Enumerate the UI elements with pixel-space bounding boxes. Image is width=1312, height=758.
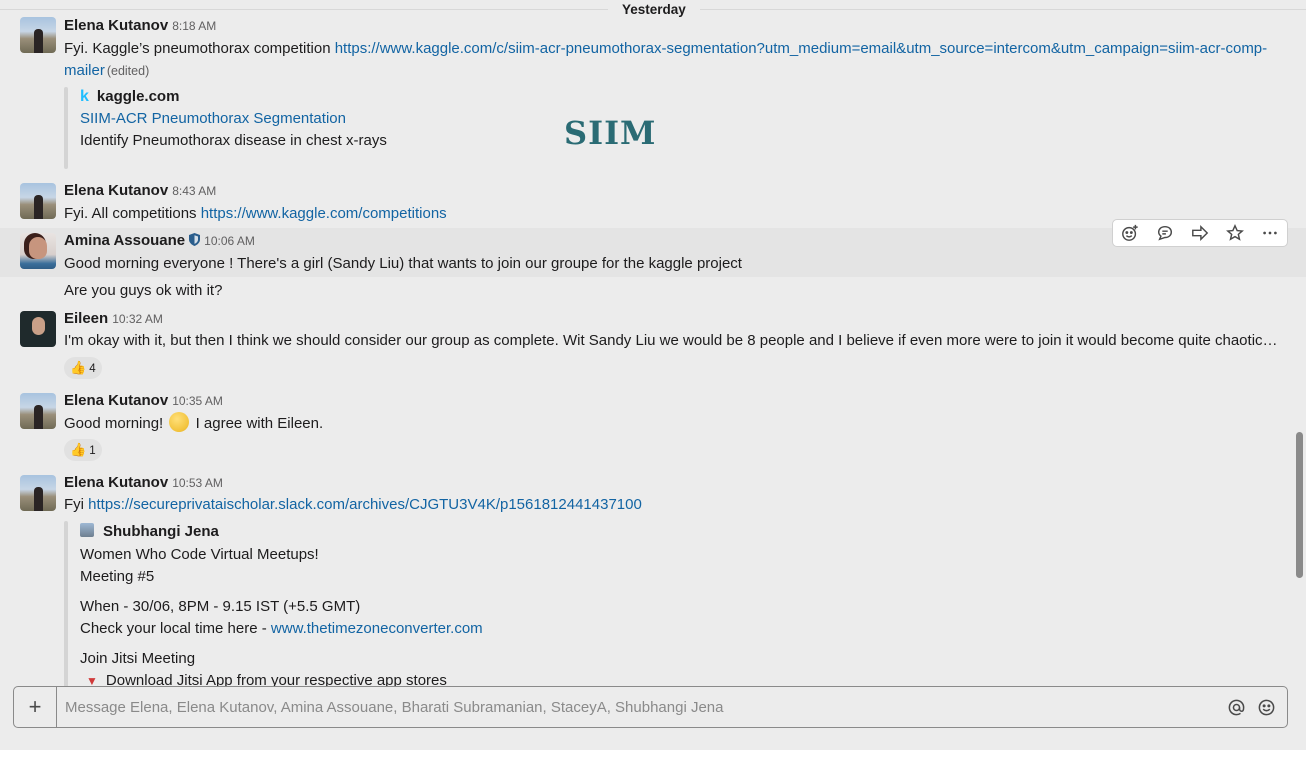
- share-icon[interactable]: [1183, 220, 1218, 246]
- message-text-after: I agree with Eileen.: [195, 415, 324, 432]
- sender-name[interactable]: Elena Kutanov: [64, 17, 168, 34]
- shared-line: Women Who Code Virtual Meetups!: [80, 546, 319, 563]
- kaggle-competition-link[interactable]: https://www.kaggle.com/c/siim-acr-pneumo…: [335, 40, 1267, 57]
- avatar-elena-kutanov[interactable]: [20, 393, 56, 429]
- reply-thread-icon[interactable]: [1148, 220, 1183, 246]
- message-header: Elena Kutanov 10:35 AM: [64, 391, 223, 411]
- message-text: Fyi. All competitions https://www.kaggle…: [64, 203, 447, 225]
- unfurl-bar: [64, 87, 68, 169]
- more-actions-icon[interactable]: [1252, 220, 1287, 246]
- thumbs-up-icon: 👍: [70, 360, 87, 375]
- shared-message-bar: [64, 521, 68, 691]
- message-composer: +: [13, 686, 1288, 728]
- avatar-elena-kutanov[interactable]: [20, 17, 56, 53]
- sender-name[interactable]: Elena Kutanov: [64, 392, 168, 409]
- avatar-elena-kutanov[interactable]: [20, 475, 56, 511]
- message-text-continued: mailer (edited): [64, 60, 149, 82]
- sender-name[interactable]: Elena Kutanov: [64, 182, 168, 199]
- message-text-before: Good morning!: [64, 415, 164, 432]
- message-text-prefix: Fyi. All competitions: [64, 205, 201, 222]
- siim-logo[interactable]: SIIM: [564, 115, 655, 151]
- message-time[interactable]: 10:32 AM: [112, 312, 163, 326]
- message-header: Eileen 10:32 AM: [64, 309, 163, 329]
- unfurl-site-name: kaggle.com: [96, 88, 180, 105]
- shared-line: Meeting #5: [80, 568, 155, 585]
- unfurl-description: Identify Pneumothorax disease in chest x…: [80, 132, 387, 149]
- message-text: Good morning everyone ! There's a girl (…: [64, 255, 742, 272]
- message-header: Elena Kutanov 8:18 AM: [64, 16, 216, 36]
- message-text-prefix: Fyi: [64, 496, 89, 513]
- shared-author: Shubhangi Jena: [80, 521, 219, 543]
- kaggle-icon: k: [80, 88, 89, 105]
- slack-archive-link[interactable]: https://secureprivataischolar.slack.com/…: [88, 496, 642, 513]
- message-pane: Yesterday Elena Kutanov 8:18 AM Fyi. Kagg…: [0, 0, 1306, 750]
- message-header: Elena Kutanov 8:43 AM: [64, 181, 216, 201]
- kaggle-competition-link-cont[interactable]: mailer: [64, 62, 105, 79]
- sender-name[interactable]: Elena Kutanov: [64, 474, 168, 491]
- plus-icon[interactable]: +: [14, 687, 57, 727]
- avatar-amina-assouane[interactable]: [20, 233, 56, 269]
- timezone-converter-link[interactable]: www.thetimezoneconverter.com: [271, 620, 483, 637]
- day-divider-label[interactable]: Yesterday: [608, 1, 700, 19]
- reaction-count: 1: [89, 445, 96, 457]
- message-actions-toolbar: [1112, 219, 1288, 247]
- mention-icon[interactable]: [1221, 698, 1251, 717]
- edited-label: (edited): [106, 64, 150, 78]
- message-text: Fyi https://secureprivataischolar.slack.…: [64, 494, 642, 516]
- shared-line: Check your local time here - www.thetime…: [80, 618, 483, 640]
- thinking-emoji-icon[interactable]: [169, 412, 190, 432]
- message-text: I'm okay with it, but then I think we sh…: [64, 332, 1278, 349]
- add-reaction-icon[interactable]: [1113, 220, 1148, 246]
- message-input[interactable]: [57, 688, 1221, 726]
- shared-author-name[interactable]: Shubhangi Jena: [103, 523, 219, 540]
- message-time[interactable]: 10:35 AM: [172, 394, 223, 408]
- kaggle-competitions-link[interactable]: https://www.kaggle.com/competitions: [201, 205, 447, 222]
- sender-name[interactable]: Amina Assouane: [64, 232, 185, 249]
- message-text: Fyi. Kaggle’s pneumothorax competition h…: [64, 38, 1267, 60]
- emoji-icon[interactable]: [1251, 698, 1281, 717]
- avatar-eileen[interactable]: [20, 311, 56, 347]
- shared-line: When - 30/06, 8PM - 9.15 IST (+5.5 GMT): [80, 598, 361, 615]
- message-header: Elena Kutanov 10:53 AM: [64, 473, 223, 493]
- reaction-pill[interactable]: 👍 4: [64, 357, 102, 379]
- message-header: Amina Assouane 10:06 AM: [64, 231, 255, 251]
- message-text-prefix: Fyi. Kaggle’s pneumothorax competition: [64, 40, 335, 57]
- admin-shield-icon: [189, 233, 201, 246]
- avatar-elena-kutanov[interactable]: [20, 183, 56, 219]
- message-text-followup: Are you guys ok with it?: [64, 282, 223, 299]
- reaction-pill[interactable]: 👍 1: [64, 439, 102, 461]
- star-icon[interactable]: [1217, 220, 1252, 246]
- message-time[interactable]: 8:18 AM: [172, 19, 216, 33]
- scrollbar-thumb[interactable]: [1296, 432, 1303, 578]
- unfurl-site: k kaggle.com: [80, 86, 179, 108]
- shared-line: Join Jitsi Meeting: [80, 650, 196, 667]
- unfurl-title-link[interactable]: SIIM-ACR Pneumothorax Segmentation: [80, 110, 346, 127]
- reaction-count: 4: [89, 363, 96, 375]
- message-time[interactable]: 10:06 AM: [204, 234, 255, 248]
- author-avatar-icon[interactable]: [80, 523, 94, 537]
- message-text: Good morning! I agree with Eileen.: [64, 412, 323, 434]
- shared-line-prefix: Check your local time here -: [80, 620, 271, 637]
- message-time[interactable]: 8:43 AM: [172, 184, 216, 198]
- sender-name[interactable]: Eileen: [64, 310, 108, 327]
- unfurl-title: SIIM-ACR Pneumothorax Segmentation: [80, 108, 346, 130]
- thumbs-up-icon: 👍: [70, 442, 87, 457]
- message-time[interactable]: 10:53 AM: [172, 476, 223, 490]
